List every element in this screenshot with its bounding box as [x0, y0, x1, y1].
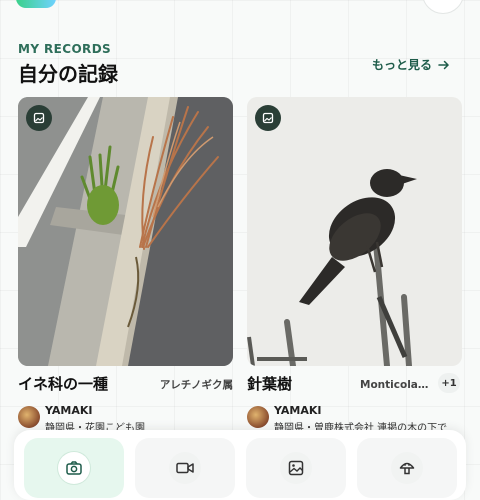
- video-icon-ring: [169, 452, 201, 484]
- record-card[interactable]: 針葉樹 Monticola属… +1 YAMAKI 静岡県・曽鹿株式会社 連掲の…: [247, 97, 462, 434]
- arrow-right-icon: [438, 60, 450, 69]
- mushroom-button[interactable]: [357, 438, 457, 498]
- record-card[interactable]: イネ科の一種 アレチノギク属 YAMAKI 静岡県・花園こども園: [18, 97, 233, 434]
- avatar[interactable]: [18, 406, 40, 428]
- bottom-action-bar: [14, 430, 466, 500]
- roadside-plant-photo: [18, 97, 233, 366]
- record-name: 針葉樹: [247, 375, 293, 393]
- user-name[interactable]: YAMAKI: [274, 404, 322, 417]
- see-more-label: もっと見る: [371, 58, 432, 72]
- record-genus: アレチノギク属: [159, 379, 233, 391]
- app-logo: [16, 0, 56, 8]
- section-eyebrow: MY RECORDS: [18, 42, 112, 56]
- camera-icon-ring: [58, 452, 90, 484]
- mushroom-icon-ring: [391, 452, 423, 484]
- see-more-link[interactable]: もっと見る: [372, 56, 450, 73]
- photo-badge: [255, 105, 281, 131]
- gallery-button[interactable]: [246, 438, 346, 498]
- image-icon: [262, 112, 274, 124]
- image-icon: [33, 112, 45, 124]
- record-photo[interactable]: [247, 97, 462, 366]
- record-photo[interactable]: [18, 97, 233, 366]
- avatar[interactable]: [247, 406, 269, 428]
- photo-badge: [26, 105, 52, 131]
- bird-on-antenna-photo: [247, 97, 462, 366]
- extra-species-badge[interactable]: +1: [438, 373, 460, 393]
- image-icon-ring: [280, 452, 312, 484]
- record-name: イネ科の一種: [18, 375, 109, 393]
- video-button[interactable]: [135, 438, 235, 498]
- video-icon: [176, 462, 194, 474]
- camera-button[interactable]: [24, 438, 124, 498]
- image-icon: [288, 460, 304, 476]
- profile-button[interactable]: [422, 0, 464, 14]
- camera-icon: [66, 461, 82, 475]
- user-name[interactable]: YAMAKI: [45, 404, 93, 417]
- record-genus: Monticola属…: [360, 379, 434, 391]
- section-title: 自分の記録: [18, 62, 118, 86]
- mushroom-icon: [399, 462, 415, 475]
